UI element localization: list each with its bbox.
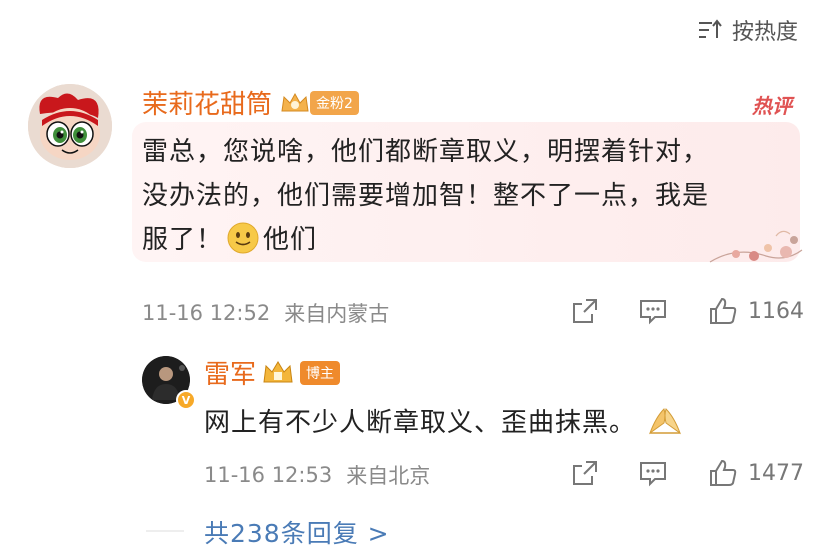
comment-text: 雷总，您说啥，他们都断章取义，明摆着针对， 没办法的，他们需要增加智！整不了一点… bbox=[142, 130, 792, 262]
reply-time: 11-16 12:53 bbox=[204, 463, 333, 487]
comment-text-segment: 服了！ bbox=[142, 225, 224, 255]
reply-avatar[interactable]: V bbox=[142, 356, 196, 410]
comment-text-line: 没办法的，他们需要增加智！整不了一点，我是 bbox=[142, 181, 710, 211]
comment-icon[interactable] bbox=[638, 458, 668, 488]
like-count: 1164 bbox=[748, 298, 804, 324]
avatar[interactable] bbox=[28, 84, 112, 168]
reply-text: 网上有不少人断章取义、歪曲抹黑。 bbox=[204, 402, 684, 439]
like-icon[interactable] bbox=[708, 458, 738, 488]
comment-author[interactable]: 茉莉花甜筒 金粉2 bbox=[142, 84, 359, 121]
comment-actions: 1164 bbox=[570, 296, 804, 326]
comment-meta: 11-16 12:52 来自内蒙古 bbox=[142, 298, 389, 328]
sort-icon bbox=[698, 19, 722, 38]
comment-icon[interactable] bbox=[638, 296, 668, 326]
reply-meta: 11-16 12:53 来自北京 bbox=[204, 460, 430, 490]
comment-time: 11-16 12:52 bbox=[142, 301, 271, 325]
reply-actions: 1477 bbox=[570, 458, 804, 488]
sort-label: 按热度 bbox=[731, 20, 798, 45]
share-icon[interactable] bbox=[570, 296, 600, 326]
hot-comment-label: 热评 bbox=[752, 94, 792, 118]
smile-emoji-icon bbox=[227, 222, 259, 254]
comment-text-segment: 他们 bbox=[263, 225, 318, 255]
share-icon[interactable] bbox=[570, 458, 600, 488]
fan-crown-icon bbox=[281, 92, 309, 111]
like-icon[interactable] bbox=[708, 296, 738, 326]
praying-hands-icon bbox=[648, 407, 682, 434]
comment-text-line: 服了！ 他们 bbox=[142, 218, 792, 262]
like-count: 1477 bbox=[748, 460, 804, 486]
crown-icon bbox=[263, 360, 293, 382]
comment-location: 来自内蒙古 bbox=[284, 302, 390, 326]
reply-author-name: 雷军 bbox=[204, 360, 257, 390]
reply-text-content: 网上有不少人断章取义、歪曲抹黑。 bbox=[204, 408, 637, 438]
fan-level-tag: 金粉2 bbox=[310, 90, 359, 115]
more-replies-link[interactable]: 共238条回复 > bbox=[204, 514, 390, 550]
reply-location: 来自北京 bbox=[346, 464, 431, 488]
comment-author-name: 茉莉花甜筒 bbox=[142, 90, 273, 120]
verified-v-icon: V bbox=[176, 390, 196, 410]
reply-author[interactable]: 雷军 博主 bbox=[204, 354, 341, 391]
host-badge: 博主 bbox=[300, 360, 341, 385]
sort-by-hot-button[interactable]: 按热度 bbox=[696, 14, 798, 46]
powerpuff-avatar-image bbox=[28, 84, 112, 168]
comment-text-line: 雷总，您说啥，他们都断章取义，明摆着针对， bbox=[142, 137, 710, 167]
fan-badge: 金粉2 bbox=[280, 90, 359, 116]
divider bbox=[146, 530, 184, 532]
